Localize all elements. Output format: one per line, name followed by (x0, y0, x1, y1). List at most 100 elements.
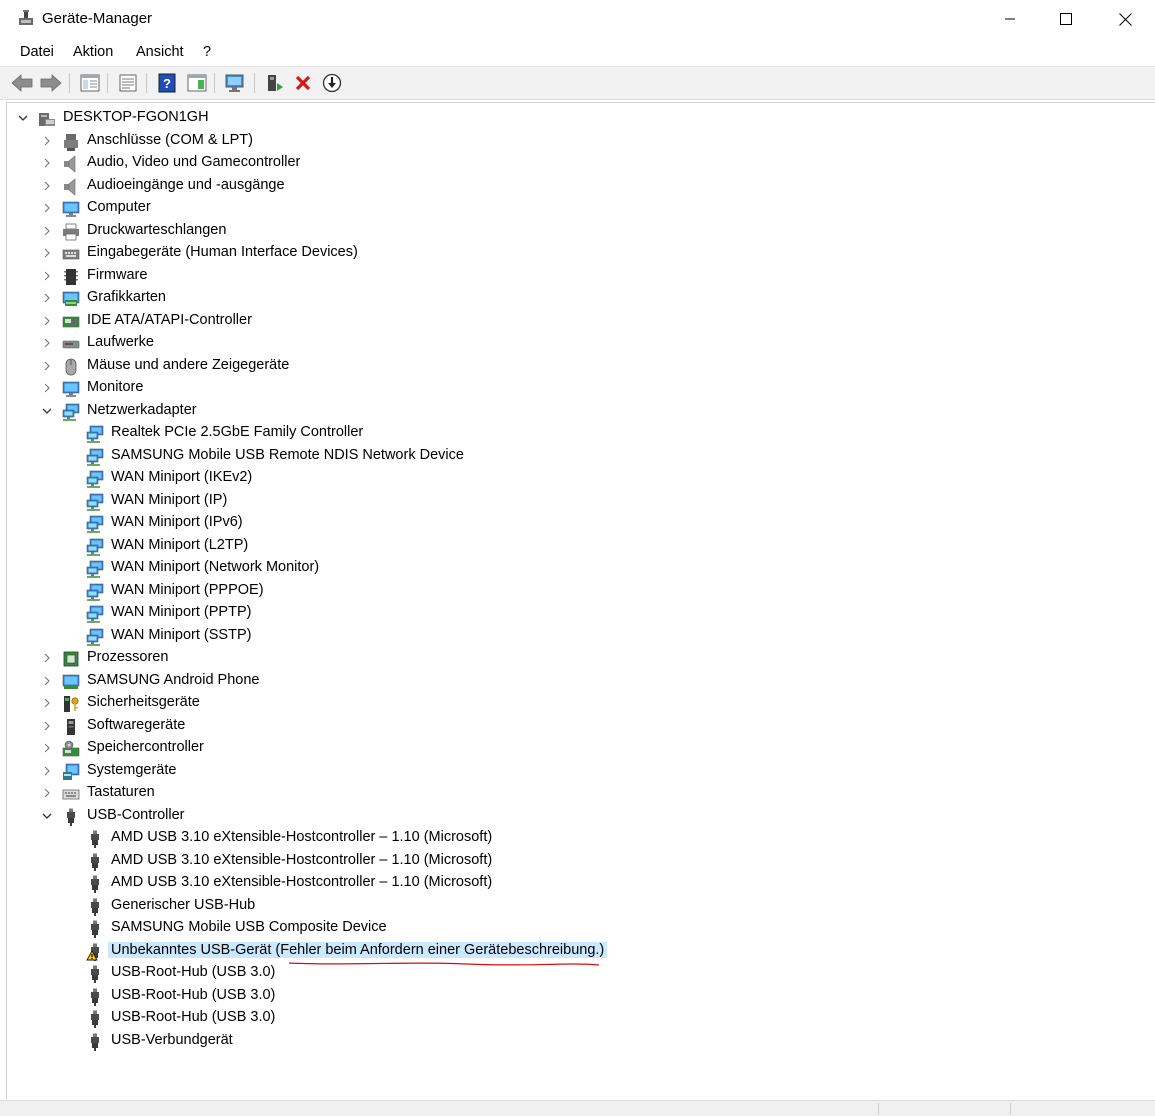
scan-hardware-button[interactable] (224, 72, 246, 94)
category-laufwerke[interactable]: Laufwerke (7, 332, 1147, 354)
device-usb-verbundgerat[interactable]: USB-Verbundgerät (7, 1030, 1147, 1052)
device-wan-miniport-ikev2[interactable]: WAN Miniport (IKEv2) (7, 467, 1147, 489)
minimize-button[interactable] (981, 0, 1039, 38)
device-wan-miniport-pptp[interactable]: WAN Miniport (PPTP) (7, 602, 1147, 624)
chevron-right-icon[interactable] (41, 782, 53, 804)
device-wan-miniport-ip[interactable]: WAN Miniport (IP) (7, 490, 1147, 512)
device-wan-miniport-pppoe[interactable]: WAN Miniport (PPPOE) (7, 580, 1147, 602)
category-samsung-android-phone[interactable]: SAMSUNG Android Phone (7, 670, 1147, 692)
category-computer[interactable]: Computer (7, 197, 1147, 219)
chevron-right-icon[interactable] (41, 152, 53, 174)
chevron-right-icon[interactable] (41, 220, 53, 242)
category-audioeingange-und-ausgange[interactable]: Audioeingänge und -ausgänge (7, 175, 1147, 197)
tree-item-label: WAN Miniport (PPTP) (111, 604, 252, 620)
chevron-right-icon[interactable] (41, 647, 53, 669)
category-usb-controller[interactable]: USB-Controller (7, 805, 1147, 827)
chevron-right-icon[interactable] (41, 287, 53, 309)
usb-plug-icon (62, 808, 80, 826)
forward-button[interactable] (40, 72, 62, 94)
chevron-down-icon[interactable] (41, 400, 53, 422)
category-systemgerate[interactable]: Systemgeräte (7, 760, 1147, 782)
disable-device-button[interactable] (321, 72, 343, 94)
menu-help[interactable]: ? (203, 44, 211, 60)
keyboard-icon (62, 785, 80, 803)
menu-ansicht[interactable]: Ansicht (136, 44, 184, 60)
usb-plug-icon (86, 853, 104, 871)
chevron-right-icon[interactable] (41, 332, 53, 354)
tree-item-label: WAN Miniport (IP) (111, 491, 228, 508)
menu-aktion[interactable]: Aktion (73, 44, 113, 60)
device-wan-miniport-ipv6[interactable]: WAN Miniport (IPv6) (7, 512, 1147, 534)
device-amd-usb-3-10-extensible-hostcontroller-1-10-microsoft[interactable]: AMD USB 3.10 eXtensible-Hostcontroller –… (7, 872, 1147, 894)
chevron-right-icon[interactable] (41, 692, 53, 714)
category-audio-video-und-gamecontroller[interactable]: Audio, Video und Gamecontroller (7, 152, 1147, 174)
device-wan-miniport-sstp[interactable]: WAN Miniport (SSTP) (7, 625, 1147, 647)
tree-item-label: Prozessoren (87, 649, 169, 665)
update-driver-button[interactable] (264, 72, 286, 94)
category-tastaturen[interactable]: Tastaturen (7, 782, 1147, 804)
network-adapter-icon (86, 583, 104, 601)
network-adapter-icon (86, 560, 104, 578)
show-hide-console-tree-button[interactable] (79, 72, 101, 94)
chevron-right-icon[interactable] (41, 242, 53, 264)
chevron-right-icon[interactable] (41, 715, 53, 737)
network-adapter-icon (86, 448, 104, 466)
device-samsung-mobile-usb-remote-ndis-network-device[interactable]: SAMSUNG Mobile USB Remote NDIS Network D… (7, 445, 1147, 467)
device-amd-usb-3-10-extensible-hostcontroller-1-10-microsoft[interactable]: AMD USB 3.10 eXtensible-Hostcontroller –… (7, 827, 1147, 849)
device-generischer-usb-hub[interactable]: Generischer USB-Hub (7, 895, 1147, 917)
usb-plug-icon (86, 1010, 104, 1028)
help-button[interactable]: ? (156, 72, 178, 94)
chevron-right-icon[interactable] (41, 310, 53, 332)
device-usb-root-hub-usb-3-0[interactable]: USB-Root-Hub (USB 3.0) (7, 985, 1147, 1007)
device-tree[interactable]: DESKTOP-FGON1GH Anschlüsse (COM & LPT) Aud… (6, 102, 1155, 1099)
category-prozessoren[interactable]: Prozessoren (7, 647, 1147, 669)
category-monitore[interactable]: Monitore (7, 377, 1147, 399)
tree-item-label: SAMSUNG Mobile USB Remote NDIS Network D… (111, 446, 464, 463)
device-wan-miniport-network-monitor[interactable]: WAN Miniport (Network Monitor) (7, 557, 1147, 579)
tree-item-label: USB-Root-Hub (USB 3.0) (111, 1009, 276, 1025)
device-realtek-pcie-2-5gbe-family-controller[interactable]: Realtek PCIe 2.5GbE Family Controller (7, 422, 1147, 444)
tree-item-label: WAN Miniport (IPv6) (111, 514, 243, 530)
category-netzwerkadapter[interactable]: Netzwerkadapter (7, 400, 1147, 422)
device-samsung-mobile-usb-composite-device[interactable]: SAMSUNG Mobile USB Composite Device (7, 917, 1147, 939)
device-wan-miniport-l2tp[interactable]: WAN Miniport (L2TP) (7, 535, 1147, 557)
device-usb-root-hub-usb-3-0[interactable]: USB-Root-Hub (USB 3.0) (7, 962, 1147, 984)
chevron-right-icon[interactable] (41, 670, 53, 692)
category-firmware[interactable]: Firmware (7, 265, 1147, 287)
device-amd-usb-3-10-extensible-hostcontroller-1-10-microsoft[interactable]: AMD USB 3.10 eXtensible-Hostcontroller –… (7, 850, 1147, 872)
category-sicherheitsgerate[interactable]: Sicherheitsgeräte (7, 692, 1147, 714)
uninstall-device-button[interactable] (292, 72, 314, 94)
category-eingabegerate-human-interface-devices[interactable]: Eingabegeräte (Human Interface Devices) (7, 242, 1147, 264)
back-button[interactable] (11, 72, 33, 94)
category-ide-ata-atapi-controller[interactable]: IDE ATA/ATAPI-Controller (7, 310, 1147, 332)
view-button[interactable] (186, 72, 208, 94)
category-speichercontroller[interactable]: Speichercontroller (7, 737, 1147, 759)
close-button[interactable] (1096, 0, 1154, 38)
tree-root-computer[interactable]: DESKTOP-FGON1GH (7, 107, 1147, 129)
chevron-right-icon[interactable] (41, 175, 53, 197)
tree-item-label: SAMSUNG Android Phone (87, 671, 260, 688)
device-unbekanntes-usb-gerat-fehler-beim-anfordern-einer-geratebeschreibung[interactable]: Unbekanntes USB-Gerät (Fehler beim Anfor… (7, 940, 1147, 966)
maximize-button[interactable] (1037, 0, 1095, 38)
menu-datei[interactable]: Datei (20, 44, 54, 60)
category-grafikkarten[interactable]: Grafikkarten (7, 287, 1147, 309)
chevron-down-icon[interactable] (41, 805, 53, 827)
category-anschlusse-com-lpt[interactable]: Anschlüsse (COM & LPT) (7, 130, 1147, 152)
properties-button[interactable] (117, 72, 139, 94)
chevron-right-icon[interactable] (41, 760, 53, 782)
category-druckwarteschlangen[interactable]: Druckwarteschlangen (7, 220, 1147, 242)
chevron-right-icon[interactable] (41, 737, 53, 759)
tree-item-label: Unbekanntes USB-Gerät (Fehler beim Anfor… (108, 941, 608, 958)
category-softwaregerate[interactable]: Softwaregeräte (7, 715, 1147, 737)
device-usb-root-hub-usb-3-0[interactable]: USB-Root-Hub (USB 3.0) (7, 1007, 1147, 1029)
status-bar (0, 1100, 1155, 1116)
chevron-down-icon[interactable] (17, 107, 29, 129)
tree-item-label: Netzwerkadapter (87, 401, 197, 418)
chevron-right-icon[interactable] (41, 197, 53, 219)
network-adapter-icon (86, 538, 104, 556)
chevron-right-icon[interactable] (41, 130, 53, 152)
chevron-right-icon[interactable] (41, 377, 53, 399)
category-mause-und-andere-zeigegerate[interactable]: Mäuse und andere Zeigegeräte (7, 355, 1147, 377)
chevron-right-icon[interactable] (41, 265, 53, 287)
chevron-right-icon[interactable] (41, 355, 53, 377)
